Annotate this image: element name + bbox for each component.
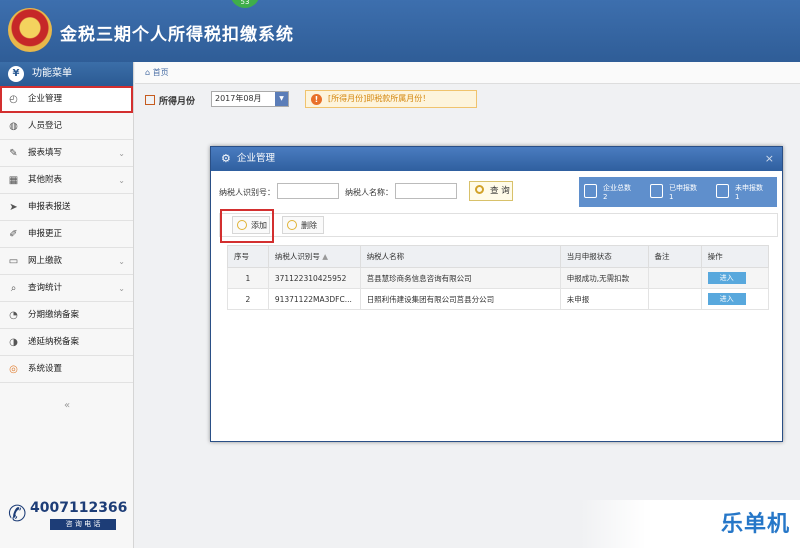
notification-badge[interactable]: 53	[230, 0, 260, 8]
taxpayer-id-input[interactable]	[277, 183, 339, 199]
sidebar-item-attachments[interactable]: ▦ 其他附表 ⌄	[0, 167, 133, 194]
menu-heading-label: 功能菜单	[32, 68, 72, 79]
users-icon	[584, 184, 597, 198]
month-label: 所得月份	[145, 94, 195, 107]
enter-button[interactable]: 进入	[707, 272, 746, 284]
watermark-text: 乐单机	[720, 512, 790, 537]
sidebar-item-label: 申报表报送	[28, 202, 71, 212]
add-highlight	[220, 209, 274, 243]
breadcrumb: ⌂ 首页	[135, 62, 800, 84]
payment-icon: ▭	[8, 256, 19, 267]
month-select[interactable]: 2017年08月 ▼	[211, 91, 289, 107]
taxpayer-id-label: 纳税人识别号：	[219, 188, 275, 197]
col-header[interactable]: 当月申报状态	[559, 245, 649, 268]
dialog-title-bar: ⚙ 企业管理 ×	[211, 147, 782, 171]
chevron-down-icon: ⌄	[118, 176, 125, 185]
enterprise-icon: ◴	[9, 94, 18, 105]
correct-icon: ✐	[9, 229, 18, 240]
col-header[interactable]: 纳税人识别号 ▲	[267, 245, 361, 268]
collapse-sidebar-button[interactable]: «	[0, 400, 134, 411]
hotline-label: 咨 询 电 话	[50, 519, 116, 530]
month-tip: ! [所得月份]即税款所属月份！	[305, 90, 477, 108]
app-header: 金税三期个人所得税扣缴系统 53	[0, 0, 800, 62]
settings-icon: ◎	[9, 364, 18, 375]
chevron-down-icon: ⌄	[118, 257, 125, 266]
col-header[interactable]: 操作	[700, 245, 770, 268]
stats-panel: 企业总数 2 已申报数 1 未申报数 1	[579, 177, 777, 207]
sidebar-item-settings[interactable]: ◎ 系统设置	[0, 356, 133, 383]
stat-undeclared: 未申报数 1	[711, 177, 777, 207]
installment-icon: ◔	[9, 310, 18, 321]
enterprise-table: 序号 纳税人识别号 ▲ 纳税人名称 当月申报状态 备注 操作 1 3711223…	[227, 245, 770, 310]
sidebar-item-label: 申报更正	[28, 229, 63, 239]
grid-icon: ▦	[8, 175, 19, 186]
deferral-icon: ◑	[9, 337, 18, 348]
sidebar-item-installment[interactable]: ◔ 分期缴纳备案	[0, 302, 133, 329]
document-icon	[650, 184, 663, 198]
document-icon	[716, 184, 729, 198]
sidebar-item-label: 分期缴纳备案	[28, 310, 80, 320]
sidebar-item-label: 其他附表	[28, 175, 63, 185]
close-icon[interactable]: ×	[765, 147, 774, 171]
sidebar-item-label: 企业管理	[28, 94, 63, 104]
sidebar-item-enterprise[interactable]: ◴ 企业管理	[0, 86, 133, 113]
sidebar-item-query[interactable]: ⌕ 查询统计 ⌄	[0, 275, 133, 302]
person-icon: ◍	[9, 121, 18, 132]
info-icon: !	[311, 94, 322, 105]
dialog-title: 企业管理	[237, 153, 276, 164]
send-icon: ➤	[9, 202, 18, 213]
sidebar-item-person[interactable]: ◍ 人员登记	[0, 113, 133, 140]
phone-icon: ✆	[8, 502, 27, 527]
gear-icon: ⚙	[221, 152, 231, 165]
hotline: ✆ 4007112366 咨 询 电 话	[8, 500, 128, 534]
stat-declared: 已申报数 1	[645, 177, 711, 207]
table-row[interactable]: 2 91371122MA3DFC... 日照利伟建设集团有限公司莒县分公司 未申…	[227, 288, 770, 310]
col-header[interactable]: 备注	[647, 245, 702, 268]
home-icon: ⌂	[145, 68, 151, 77]
search-icon: ⌕	[10, 283, 17, 294]
sidebar-item-label: 网上缴款	[28, 256, 63, 266]
sidebar-item-label: 人员登记	[28, 121, 63, 131]
taxpayer-name-input[interactable]	[395, 183, 457, 199]
edit-icon: ✎	[9, 148, 18, 159]
delete-button[interactable]: 删除	[282, 216, 324, 234]
table-row[interactable]: 1 371122310425952 莒县慧珍商务信息咨询有限公司 申报成功,无需…	[227, 267, 770, 289]
delete-icon	[287, 220, 297, 230]
watermark: 乐单机	[580, 500, 800, 548]
chevron-down-icon: ⌄	[118, 284, 125, 293]
chevron-down-icon: ⌄	[118, 149, 125, 158]
breadcrumb-home[interactable]: 首页	[153, 68, 169, 77]
national-emblem-icon	[8, 8, 52, 52]
sort-icon[interactable]: ▲	[322, 252, 328, 261]
dialog-toolbar: 添加 删除	[219, 213, 778, 237]
magnifier-icon	[475, 185, 484, 194]
menu-heading: ¥ 功能菜单	[0, 62, 133, 86]
sidebar-item-label: 报表填写	[28, 148, 63, 158]
hotline-number: 4007112366	[30, 500, 128, 516]
sidebar-item-correct[interactable]: ✐ 申报更正	[0, 221, 133, 248]
enterprise-dialog: ⚙ 企业管理 × 纳税人识别号： 纳税人名称： 查 询 企业总数 2 已申报数 1 …	[210, 146, 783, 442]
enter-button[interactable]: 进入	[707, 293, 746, 305]
taxpayer-name-label: 纳税人名称：	[345, 188, 393, 197]
sidebar: ¥ 功能菜单 ◴ 企业管理 ◍ 人员登记 ✎ 报表填写 ⌄ ▦ 其他附表 ⌄ ➤ 申报表报送 …	[0, 62, 134, 548]
sidebar-item-deferral[interactable]: ◑ 递延纳税备案	[0, 329, 133, 356]
sidebar-item-payment[interactable]: ▭ 网上缴款 ⌄	[0, 248, 133, 275]
sidebar-item-label: 递延纳税备案	[28, 337, 80, 347]
yen-icon: ¥	[8, 66, 24, 82]
query-button[interactable]: 查 询	[469, 181, 513, 201]
sidebar-item-report[interactable]: ✎ 报表填写 ⌄	[0, 140, 133, 167]
dropdown-arrow-icon[interactable]: ▼	[275, 92, 288, 106]
sidebar-item-label: 查询统计	[28, 283, 63, 293]
calendar-icon	[145, 95, 155, 105]
stat-total: 企业总数 2	[579, 177, 645, 207]
col-header[interactable]: 纳税人名称	[359, 245, 561, 268]
sidebar-item-label: 系统设置	[28, 364, 63, 374]
col-header[interactable]: 序号	[227, 245, 269, 268]
sidebar-item-submit[interactable]: ➤ 申报表报送	[0, 194, 133, 221]
app-title: 金税三期个人所得税扣缴系统	[60, 25, 294, 45]
